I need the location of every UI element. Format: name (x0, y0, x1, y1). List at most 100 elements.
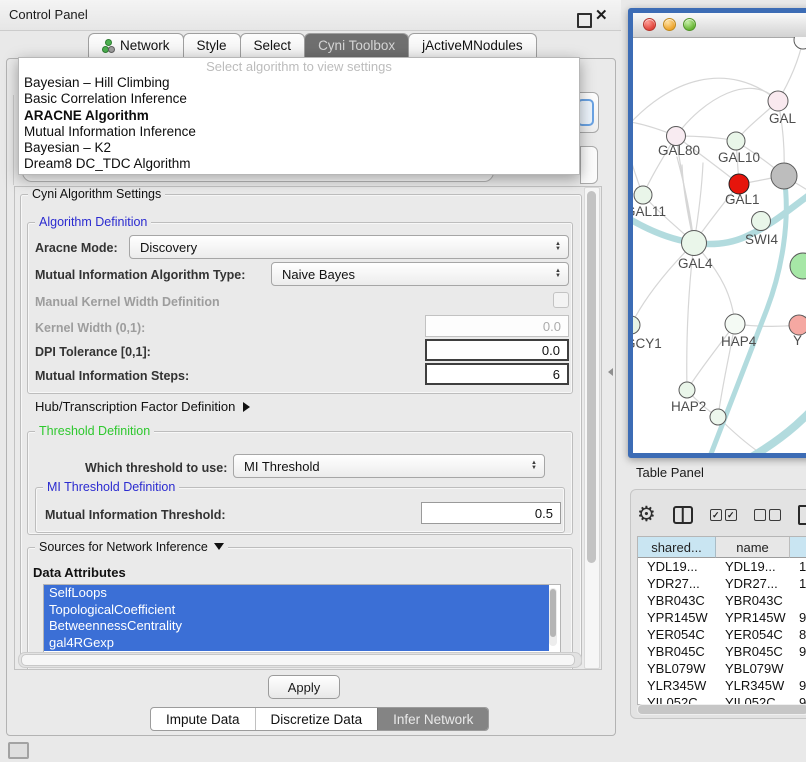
document-icon[interactable] (798, 505, 806, 525)
network-node[interactable] (794, 37, 806, 49)
network-node[interactable] (710, 409, 726, 425)
settings-vertical-scrollbar[interactable] (584, 187, 600, 669)
tab-cyni-toolbox[interactable]: Cyni Toolbox (304, 33, 409, 58)
apply-button[interactable]: Apply (268, 675, 340, 699)
network-node-y[interactable] (789, 315, 806, 335)
network-canvas[interactable]: GALGAL80GAL10GAL1GAL11SWI4GAL4GCY1HAP4YH… (633, 37, 806, 457)
column-header-a[interactable]: A (790, 537, 806, 558)
network-node-hap2[interactable] (679, 382, 695, 398)
unchecked-box-icon (754, 509, 766, 521)
mi-threshold-field[interactable]: 0.5 (421, 502, 561, 524)
tab-select[interactable]: Select (240, 33, 306, 58)
table-cell: 13 (790, 558, 806, 575)
column-layout-icon[interactable] (673, 506, 693, 524)
table-cell: YBL079W (716, 660, 790, 677)
mi-type-select[interactable]: Naive Bayes ▲▼ (271, 262, 569, 286)
attribute-item-selfloops[interactable]: SelfLoops (44, 585, 549, 602)
node-label-gal11: GAL11 (633, 204, 666, 219)
table-row[interactable]: YBR045CYBR045C9. (638, 643, 806, 660)
bottom-tab-infer-network[interactable]: Infer Network (377, 708, 488, 730)
float-window-icon[interactable] (577, 13, 592, 28)
table-cell: YBR045C (638, 643, 716, 660)
minimize-window-icon[interactable] (663, 18, 676, 31)
close-window-icon[interactable] (643, 18, 656, 31)
network-node-gal[interactable] (768, 91, 788, 111)
deselect-checkboxes-icon[interactable] (754, 509, 781, 521)
table-row[interactable]: YPR145WYPR145W9. (638, 609, 806, 626)
algorithm-option-bayesian-hill-climbing[interactable]: Bayesian – Hill Climbing (19, 75, 579, 91)
network-node-gal1[interactable] (729, 174, 749, 194)
tab-style[interactable]: Style (183, 33, 241, 58)
network-node-gal10[interactable] (727, 132, 745, 150)
bottom-tab-discretize-data[interactable]: Discretize Data (255, 708, 378, 730)
hub-definition-toggle[interactable]: Hub/Transcription Factor Definition (35, 399, 250, 414)
settings-horizontal-scrollbar[interactable] (18, 652, 582, 668)
algorithm-list: Bayesian – Hill ClimbingBasic Correlatio… (19, 75, 579, 173)
network-edge[interactable] (633, 78, 778, 129)
table-row[interactable]: YLR345WYLR345W9. (638, 677, 806, 694)
node-label-gal4: GAL4 (678, 256, 713, 271)
scrollbar-thumb[interactable] (21, 654, 575, 666)
algorithm-option-aracne-algorithm[interactable]: ARACNE Algorithm (19, 108, 579, 124)
scrollbar-thumb[interactable] (550, 589, 556, 637)
dpi-tolerance-field[interactable]: 0.0 (425, 339, 569, 361)
dpi-tolerance-value: 0.0 (542, 343, 560, 358)
network-window-titlebar[interactable] (633, 13, 806, 38)
scrollbar-thumb[interactable] (587, 191, 596, 563)
algorithm-option-basic-correlation-inference[interactable]: Basic Correlation Inference (19, 91, 579, 107)
network-edge[interactable] (676, 88, 778, 136)
table-horizontal-scrollbar[interactable] (637, 704, 806, 715)
algorithm-option-mutual-information-inference[interactable]: Mutual Information Inference (19, 124, 579, 140)
sources-group-title[interactable]: Sources for Network Inference (35, 540, 228, 554)
attribute-item-gal4rgexp[interactable]: gal4RGexp (44, 635, 549, 652)
network-node[interactable] (790, 253, 806, 279)
column-header-name[interactable]: name (716, 537, 790, 558)
divider-collapse-icon[interactable] (608, 368, 613, 376)
table-panel: ⚙ ✓✓ shared...nameA YDL19...YDL19...13YD… (630, 489, 806, 719)
node-label-gal80: GAL80 (658, 143, 700, 158)
expand-right-icon (243, 402, 250, 412)
minimized-panel-icon[interactable] (8, 742, 29, 759)
table-row[interactable]: YBR043CYBR043C (638, 592, 806, 609)
select-all-checkboxes-icon[interactable]: ✓✓ (710, 509, 737, 521)
attributes-scrollbar[interactable] (549, 588, 557, 646)
mi-steps-field[interactable]: 6 (425, 363, 569, 385)
network-node[interactable] (771, 163, 797, 189)
tab-label: Style (197, 34, 227, 58)
zoom-window-icon[interactable] (683, 18, 696, 31)
table-row[interactable]: YDR27...YDR27...12 (638, 575, 806, 592)
table-body: YDL19...YDL19...13YDR27...YDR27...12YBR0… (638, 558, 806, 705)
attribute-item-topologicalcoefficient[interactable]: TopologicalCoefficient (44, 602, 549, 619)
network-edge-highlighted[interactable] (741, 372, 806, 457)
aracne-mode-select[interactable]: Discovery ▲▼ (129, 235, 569, 259)
close-panel-icon[interactable]: ✕ (595, 6, 608, 24)
network-view-window[interactable]: GALGAL80GAL10GAL1GAL11SWI4GAL4GCY1HAP4YH… (628, 8, 806, 458)
network-node-gcy1[interactable] (633, 316, 640, 334)
bottom-tab-impute-data[interactable]: Impute Data (151, 708, 255, 730)
table-cell: YLR345W (638, 677, 716, 694)
table-row[interactable]: YDL19...YDL19...13 (638, 558, 806, 575)
network-node-hap4[interactable] (725, 314, 745, 334)
mi-type-value: Naive Bayes (282, 267, 355, 282)
node-table[interactable]: shared...nameA YDL19...YDL19...13YDR27..… (637, 536, 806, 705)
network-node-gal4[interactable] (682, 231, 707, 256)
table-cell: YDL19... (716, 558, 790, 575)
settings-scroll-area: Cyni Algorithm Settings Algorithm Defini… (14, 186, 602, 670)
manual-kernel-checkbox[interactable] (553, 292, 569, 308)
table-settings-gear-icon[interactable]: ⚙ (637, 500, 656, 530)
algorithm-option-bayesian-k2[interactable]: Bayesian – K2 (19, 140, 579, 156)
kernel-width-field[interactable]: 0.0 (425, 315, 569, 337)
which-threshold-select[interactable]: MI Threshold ▲▼ (233, 454, 545, 478)
node-label-hap2: HAP2 (671, 399, 706, 414)
algorithm-option-dream8-dc-tdc-algorithm[interactable]: Dream8 DC_TDC Algorithm (19, 156, 579, 172)
scrollbar-thumb[interactable] (638, 705, 806, 714)
network-node-swi4[interactable] (752, 212, 771, 231)
table-row[interactable]: YER054CYER054C8. (638, 626, 806, 643)
table-row[interactable]: YBL079WYBL079W (638, 660, 806, 677)
tab-jactivemnodules[interactable]: jActiveMNodules (408, 33, 537, 58)
attribute-item-betweennesscentrality[interactable]: BetweennessCentrality (44, 618, 549, 635)
node-label-gal10: GAL10 (718, 150, 760, 165)
network-node-gal11[interactable] (634, 186, 652, 204)
tab-network[interactable]: Network (88, 33, 184, 58)
column-header-shared[interactable]: shared... (638, 537, 716, 558)
